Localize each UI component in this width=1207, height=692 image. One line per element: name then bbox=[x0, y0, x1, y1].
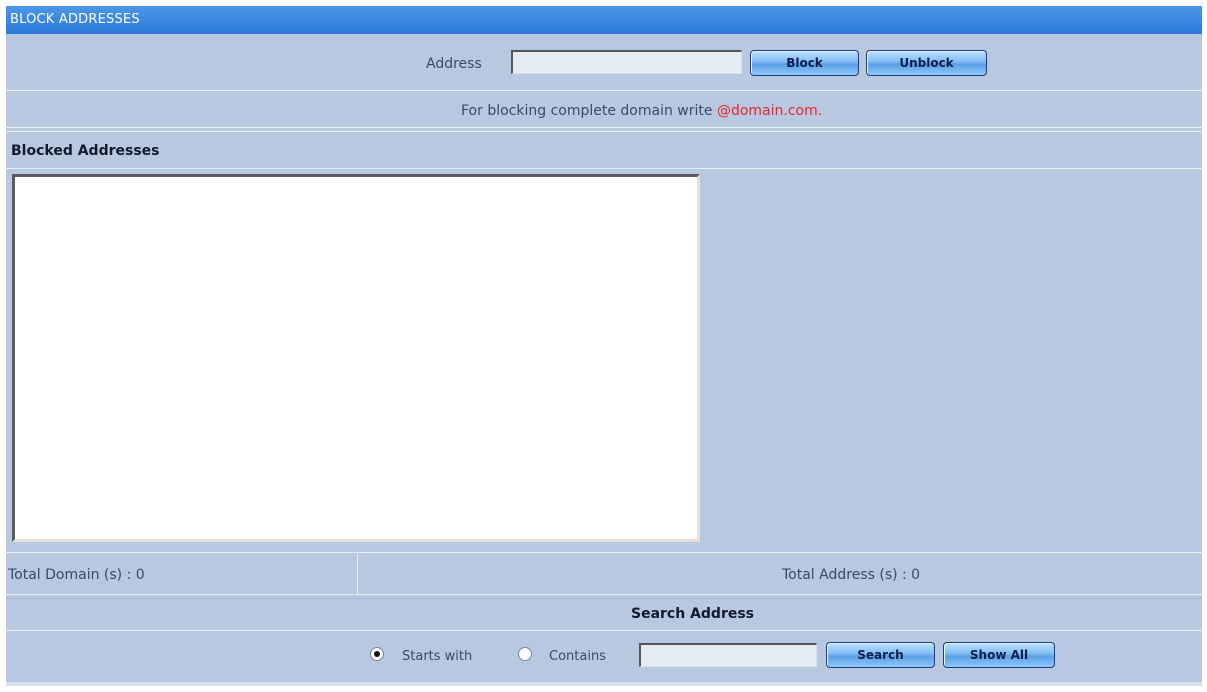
divider bbox=[6, 168, 1202, 169]
address-label: Address bbox=[426, 56, 482, 72]
radio-selected-dot bbox=[374, 651, 380, 657]
bottom-border bbox=[6, 682, 1202, 686]
divider bbox=[6, 598, 1202, 599]
address-row: Address Block Unblock bbox=[6, 36, 1202, 90]
domain-hint: For blocking complete domain write @doma… bbox=[461, 103, 822, 119]
total-domains-cell: Total Domain (s) : 0 bbox=[6, 554, 358, 594]
divider bbox=[6, 131, 1202, 132]
block-button[interactable]: Block bbox=[750, 50, 859, 76]
contains-label: Contains bbox=[549, 649, 606, 664]
domain-hint-text: For blocking complete domain write bbox=[461, 103, 717, 119]
block-addresses-panel: BLOCK ADDRESSES Address Block Unblock Fo… bbox=[6, 6, 1202, 686]
address-input[interactable] bbox=[511, 50, 742, 74]
starts-with-label: Starts with bbox=[402, 649, 473, 664]
starts-with-radio[interactable] bbox=[370, 647, 384, 661]
show-all-button[interactable]: Show All bbox=[943, 642, 1055, 668]
domain-example: @domain.com. bbox=[716, 103, 823, 119]
total-domains: Total Domain (s) : 0 bbox=[8, 567, 145, 583]
blocked-addresses-heading: Blocked Addresses bbox=[11, 143, 160, 159]
total-addresses: Total Address (s) : 0 bbox=[782, 567, 921, 583]
search-address-heading: Search Address bbox=[631, 606, 755, 622]
panel-title: BLOCK ADDRESSES bbox=[6, 6, 1202, 34]
divider bbox=[6, 90, 1202, 91]
divider bbox=[6, 630, 1202, 631]
blocked-addresses-list[interactable] bbox=[12, 174, 700, 542]
contains-radio[interactable] bbox=[518, 647, 532, 661]
divider bbox=[6, 594, 1202, 595]
search-input[interactable] bbox=[639, 643, 817, 667]
divider bbox=[6, 127, 1202, 128]
search-button[interactable]: Search bbox=[826, 642, 935, 668]
unblock-button[interactable]: Unblock bbox=[866, 50, 987, 76]
divider bbox=[6, 552, 1202, 553]
